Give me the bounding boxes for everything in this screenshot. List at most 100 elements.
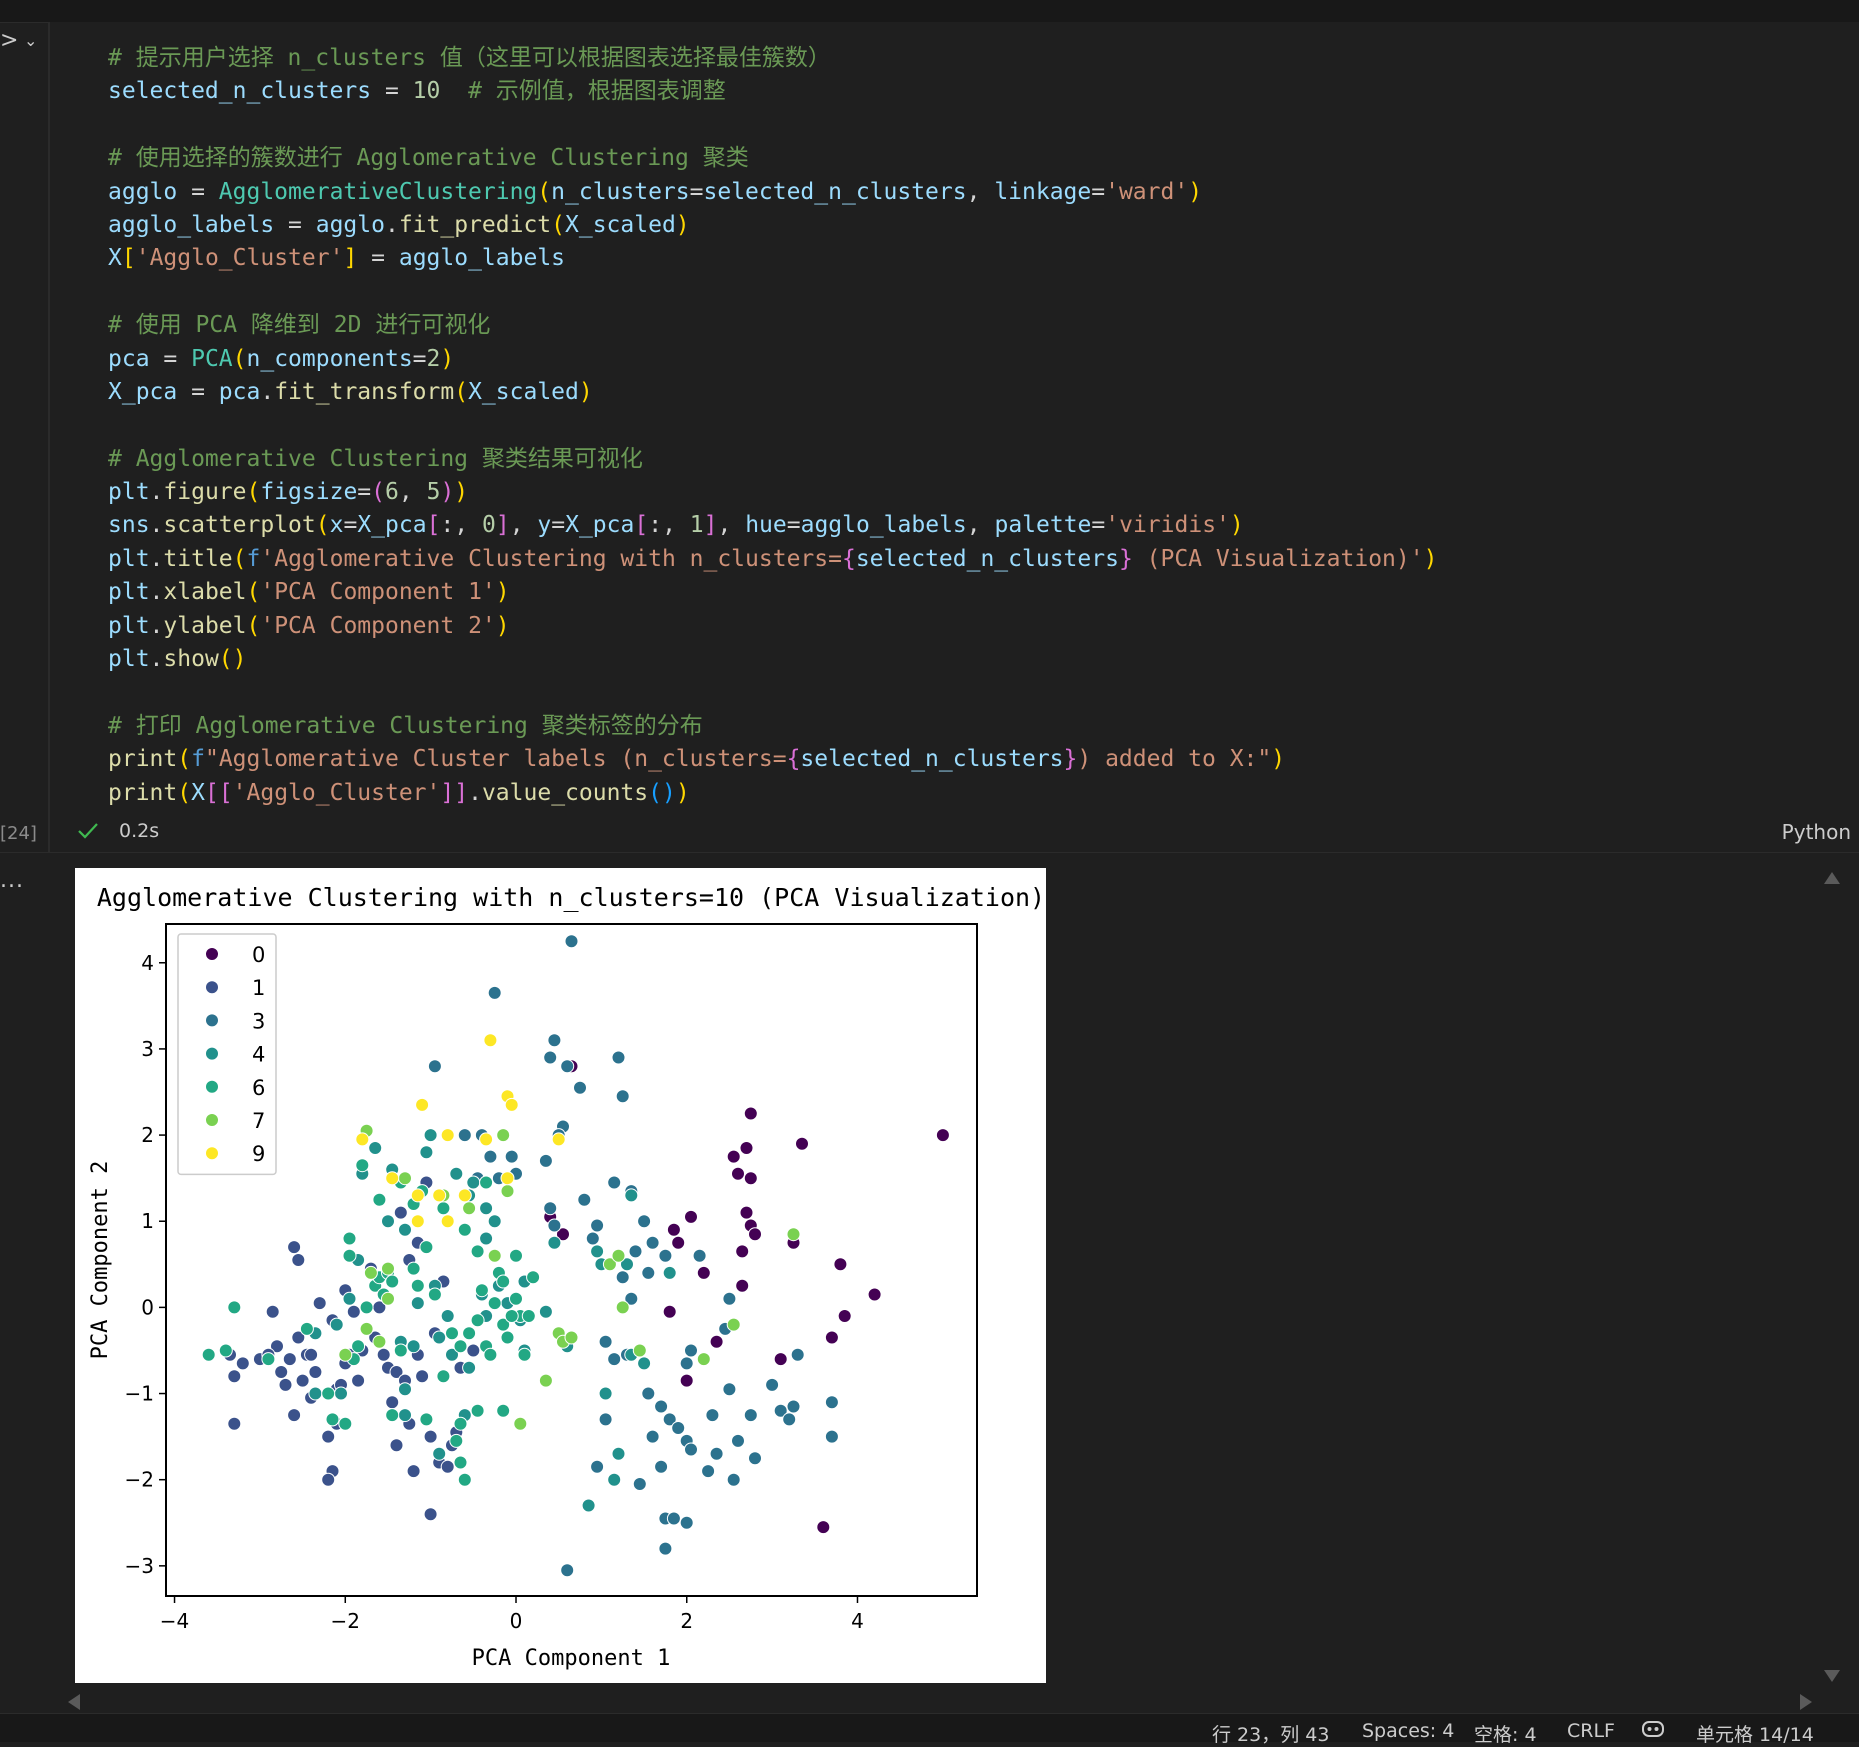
code-token: [[ — [204, 779, 233, 806]
code-line[interactable]: # 使用 PCA 降维到 2D 进行可视化 — [108, 309, 1437, 342]
data-point — [436, 1201, 451, 1216]
data-point — [748, 1227, 762, 1242]
data-point — [615, 1300, 630, 1315]
code-line[interactable]: # 打印 Agglomerative Clustering 聚类标签的分布 — [108, 710, 1437, 743]
code-token: X — [191, 779, 205, 806]
data-point — [615, 1270, 630, 1285]
chevron-down-icon[interactable]: ⌄ — [24, 26, 37, 56]
data-point — [722, 1382, 737, 1397]
code-line[interactable]: print(X[['Agglo_Cluster']].value_counts(… — [108, 777, 1437, 810]
data-point — [500, 1330, 515, 1345]
cursor-position[interactable]: 行 23，列 43 — [1212, 1720, 1329, 1747]
code-token: 0 — [481, 512, 496, 539]
data-point — [342, 1231, 357, 1246]
data-point — [368, 1141, 383, 1155]
code-line[interactable]: pca = PCA(n_components=2) — [108, 343, 1437, 376]
code-token: X_pca — [565, 512, 635, 539]
cell-collapse-toggle[interactable]: > ⌄ — [0, 26, 48, 56]
data-point — [782, 1412, 797, 1427]
code-line[interactable]: agglo = AgglomerativeClustering(n_cluste… — [108, 176, 1437, 209]
data-point — [679, 1515, 694, 1530]
data-point — [867, 1287, 882, 1302]
code-line[interactable]: print(f"Agglomerative Cluster labels (n_… — [108, 743, 1437, 776]
data-point — [658, 1541, 673, 1556]
code-token: ) — [675, 779, 690, 806]
code-line[interactable]: plt.title(f'Agglomerative Clustering wit… — [108, 543, 1437, 576]
data-point — [440, 1309, 455, 1323]
code-token: selected_n_clusters — [800, 746, 1064, 773]
code-line[interactable]: plt.show() — [108, 643, 1437, 676]
code-token: ] — [343, 245, 358, 272]
data-point — [470, 1313, 485, 1328]
code-token: agglo — [315, 211, 385, 238]
data-point — [500, 1171, 515, 1186]
line-ending[interactable]: CRLF — [1567, 1720, 1615, 1742]
data-point — [483, 1033, 498, 1048]
code-line[interactable] — [108, 409, 1437, 442]
data-point — [287, 1240, 302, 1255]
code-line[interactable]: sns.scatterplot(x=X_pca[:, 0], y=X_pca[:… — [108, 509, 1437, 542]
code-token: [ — [634, 512, 649, 539]
code-token: show — [163, 646, 219, 673]
data-point — [218, 1343, 233, 1358]
code-content[interactable]: # 提示用户选择 n_clusters 值（这里可以根据图表选择最佳簇数） sel… — [108, 42, 1437, 810]
indentation-cn[interactable]: 空格: 4 — [1474, 1720, 1537, 1747]
data-point — [671, 1235, 686, 1250]
code-token: = — [177, 178, 219, 205]
cell-index[interactable]: 单元格 14/14 — [1696, 1720, 1814, 1747]
output-more-icon[interactable]: ... — [0, 868, 24, 893]
code-line[interactable]: # 提示用户选择 n_clusters 值（这里可以根据图表选择最佳簇数） — [108, 42, 1437, 75]
data-point — [833, 1257, 848, 1272]
code-token: plt — [108, 612, 150, 639]
data-point — [338, 1416, 353, 1431]
data-point — [381, 1214, 395, 1229]
code-token: # 打印 Agglomerative Clustering 聚类标签的分布 — [108, 712, 703, 739]
scroll-up-arrow-icon[interactable] — [1824, 872, 1840, 884]
scroll-right-arrow-icon[interactable] — [1800, 1694, 1812, 1710]
code-token: . — [384, 211, 399, 238]
code-line[interactable]: agglo_labels = agglo.fit_predict(X_scale… — [108, 209, 1437, 242]
code-line[interactable] — [108, 109, 1437, 142]
code-token: ] — [495, 512, 510, 539]
code-token: = — [689, 178, 704, 205]
data-point — [560, 1563, 575, 1578]
indentation-spaces[interactable]: Spaces: 4 — [1362, 1720, 1454, 1742]
code-line[interactable]: # 使用选择的簇数进行 Agglomerative Clustering 聚类 — [108, 142, 1437, 175]
code-line[interactable]: selected_n_clusters = 10 # 示例值，根据图表调整 — [108, 75, 1437, 108]
data-point — [696, 1265, 711, 1280]
code-line[interactable]: X['Agglo_Cluster'] = agglo_labels — [108, 242, 1437, 275]
code-line[interactable] — [108, 276, 1437, 309]
data-point — [547, 1218, 562, 1233]
scroll-left-arrow-icon[interactable] — [68, 1694, 80, 1710]
code-token: 'Agglo_Cluster' — [135, 245, 344, 272]
legend-label: 4 — [252, 1043, 265, 1067]
code-token: = — [551, 512, 566, 539]
code-token: . — [149, 512, 164, 539]
data-point — [504, 1309, 519, 1323]
code-token: # 示例值，根据图表调整 — [468, 78, 726, 105]
data-point — [334, 1386, 348, 1401]
code-line[interactable]: plt.figure(figsize=(6, 5)) — [108, 476, 1437, 509]
code-line[interactable]: X_pca = pca.fit_transform(X_scaled) — [108, 376, 1437, 409]
code-line[interactable]: plt.xlabel('PCA Component 1') — [108, 576, 1437, 609]
code-line[interactable] — [108, 676, 1437, 709]
code-cell-editor[interactable]: # 提示用户选择 n_clusters 值（这里可以根据图表选择最佳簇数） sel… — [48, 22, 1859, 852]
copilot-icon[interactable] — [1640, 1718, 1666, 1740]
data-point — [483, 1347, 498, 1362]
y-tick-label: −1 — [125, 1382, 154, 1406]
data-point — [739, 1141, 754, 1155]
data-point — [470, 1403, 485, 1418]
code-token: = — [1091, 512, 1106, 539]
legend-label: 6 — [252, 1076, 265, 1100]
code-token: 'Agglomerative Clustering with n_cluster… — [260, 545, 842, 572]
language-selector[interactable]: Python — [1782, 820, 1851, 844]
scroll-down-arrow-icon[interactable] — [1824, 1670, 1840, 1682]
code-token: , — [398, 479, 427, 506]
code-line[interactable]: # Agglomerative Clustering 聚类结果可视化 — [108, 443, 1437, 476]
code-token: 5 — [426, 479, 441, 506]
code-line[interactable]: plt.ylabel('PCA Component 2') — [108, 610, 1437, 643]
x-tick-label: −2 — [331, 1609, 360, 1633]
legend-marker — [205, 1013, 219, 1028]
run-arrow-icon[interactable]: > — [0, 28, 18, 53]
